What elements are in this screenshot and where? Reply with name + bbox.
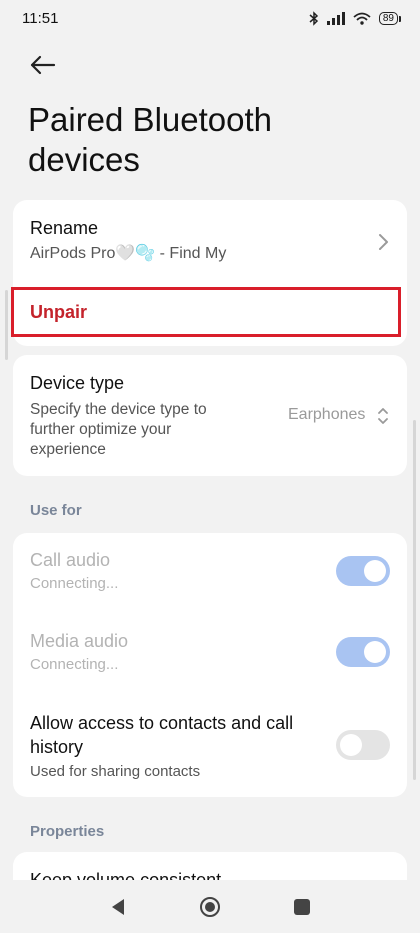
scroll-indicator (413, 420, 416, 780)
media-audio-toggle[interactable] (336, 637, 390, 667)
device-name: AirPods Pro🤍🫧 - Find My (30, 245, 227, 262)
contacts-access-subtitle: Used for sharing contacts (30, 763, 201, 780)
back-button[interactable] (26, 50, 58, 80)
unpair-button[interactable]: Unpair (11, 287, 401, 337)
call-audio-toggle[interactable] (336, 556, 390, 586)
contacts-access-row: Allow access to contacts and call histor… (30, 711, 320, 780)
navigation-bar (0, 880, 420, 933)
rename-title: Rename (30, 218, 99, 238)
media-audio-row: Media audio Connecting... (30, 631, 330, 673)
status-bar: 11:51 89 (0, 0, 420, 36)
status-icons: 89 (309, 10, 402, 26)
bluetooth-icon (309, 10, 318, 26)
battery-icon: 89 (378, 11, 402, 25)
media-audio-status: Connecting... (30, 656, 119, 673)
back-arrow-icon (30, 55, 56, 75)
left-scroll-edge (5, 290, 8, 360)
device-card: Rename AirPods Pro🤍🫧 - Find My Unpair (11, 200, 407, 346)
media-audio-title: Media audio (30, 631, 129, 651)
signal-icon (326, 11, 345, 25)
rename-row[interactable]: Rename AirPods Pro🤍🫧 - Find My (30, 218, 370, 263)
up-down-chevron-icon (378, 408, 388, 424)
properties-label: Properties (30, 823, 105, 840)
device-type-row[interactable]: Device type Specify the device type to f… (13, 355, 407, 476)
page-title: Paired Bluetooth devices (28, 101, 273, 178)
call-audio-status: Connecting... (30, 575, 119, 592)
contacts-access-title: Allow access to contacts and call histor… (30, 713, 294, 757)
status-time: 11:51 (22, 9, 59, 27)
use-for-card: Call audio Connecting... Media audio Con… (13, 533, 407, 797)
nav-recents-icon[interactable] (293, 898, 311, 916)
chevron-right-icon (379, 234, 388, 250)
call-audio-row: Call audio Connecting... (30, 550, 330, 592)
use-for-label: Use for (30, 502, 82, 519)
contacts-access-toggle[interactable] (336, 730, 390, 760)
call-audio-title: Call audio (30, 550, 111, 570)
nav-back-icon[interactable] (109, 897, 127, 917)
device-type-title: Device type (30, 373, 125, 393)
nav-home-icon[interactable] (199, 896, 221, 918)
device-type-value: Earphones (288, 406, 366, 423)
unpair-label: Unpair (30, 302, 88, 322)
wifi-icon (353, 12, 371, 25)
device-type-description: Specify the device type to further optim… (30, 401, 207, 458)
